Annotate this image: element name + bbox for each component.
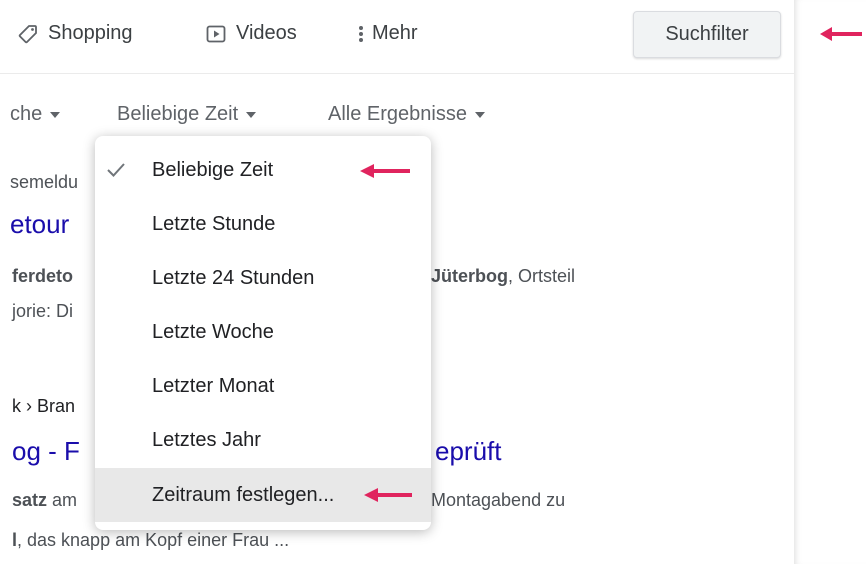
menu-item-label: Letzte Stunde <box>152 212 276 235</box>
result-snippet: Montagabend zu <box>431 490 566 510</box>
time-filter-menu: Beliebige Zeit Letzte Stunde Letzte 24 S… <box>95 136 431 530</box>
page-gutter <box>794 0 866 564</box>
language-filter[interactable]: che <box>10 103 61 126</box>
result-snippet: satz am <box>12 490 78 510</box>
menu-item-past-hour[interactable]: Letzte Stunde <box>95 198 431 250</box>
play-box-icon <box>206 24 226 44</box>
menu-item-label: Letzte 24 Stunden <box>152 266 315 289</box>
left-arrow-icon <box>820 27 862 41</box>
breadcrumb: k › Bran <box>12 396 76 416</box>
results-filter-label: Alle Ergebnisse <box>328 103 467 125</box>
left-arrow-icon <box>364 488 412 502</box>
language-filter-label: che <box>10 103 43 125</box>
time-filter-label: Beliebige Zeit <box>117 103 239 125</box>
menu-item-past-month[interactable]: Letzter Monat <box>95 360 431 412</box>
nav-more-label: Mehr <box>372 22 418 44</box>
result-title-link[interactable]: og - F <box>12 436 80 467</box>
nav-videos-label: Videos <box>236 22 297 44</box>
left-arrow-icon <box>360 164 410 178</box>
result-title-link[interactable]: etour <box>10 209 69 240</box>
result-snippet: jorie: Di <box>12 301 74 321</box>
nav-divider <box>0 73 794 74</box>
menu-item-past-week[interactable]: Letzte Woche <box>95 306 431 358</box>
result-snippet: semeldu <box>10 172 79 192</box>
nav-shopping-label: Shopping <box>48 22 133 44</box>
result-snippet: ferdeto <box>12 266 74 286</box>
results-filter[interactable]: Alle Ergebnisse <box>328 103 485 126</box>
nav-videos[interactable]: Videos <box>206 22 297 45</box>
chevron-down-icon <box>50 111 61 118</box>
menu-item-label: Letztes Jahr <box>152 428 261 451</box>
menu-item-past-24-hours[interactable]: Letzte 24 Stunden <box>95 252 431 304</box>
chevron-down-icon <box>246 111 257 118</box>
menu-item-label: Letzter Monat <box>152 374 275 397</box>
vertical-dots-icon <box>358 24 364 44</box>
nav-shopping[interactable]: Shopping <box>18 22 133 45</box>
menu-item-label: Beliebige Zeit <box>152 158 274 181</box>
checkmark-icon <box>107 163 125 177</box>
menu-item-past-year[interactable]: Letztes Jahr <box>95 414 431 466</box>
result-title-link[interactable]: eprüft <box>435 436 502 467</box>
search-filter-button[interactable]: Suchfilter <box>633 11 781 58</box>
result-snippet: Jüterbog, Ortsteil <box>431 266 576 286</box>
time-filter[interactable]: Beliebige Zeit <box>117 103 257 126</box>
result-snippet: l, das knapp am Kopf einer Frau ... <box>12 530 290 550</box>
tag-icon <box>18 24 38 44</box>
menu-item-label: Zeitraum festlegen... <box>152 483 335 506</box>
chevron-down-icon <box>474 111 485 118</box>
menu-item-label: Letzte Woche <box>152 320 274 343</box>
nav-more[interactable]: Mehr <box>358 22 418 45</box>
